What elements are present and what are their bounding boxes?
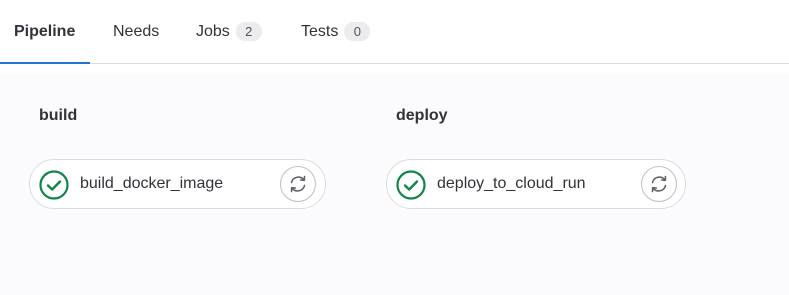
job-deploy-to-cloud-run[interactable]: deploy_to_cloud_run (386, 159, 686, 209)
check-circle-icon (39, 170, 69, 200)
pipeline-graph: build build_docker_image deploy deploy_t… (0, 74, 789, 295)
pipeline-tabs: Pipeline Needs Jobs 2 Tests 0 (0, 0, 789, 64)
job-name: build_docker_image (80, 175, 224, 192)
tab-pipeline[interactable]: Pipeline (0, 0, 91, 64)
retry-button[interactable] (641, 166, 677, 202)
tab-tests-label: Tests (301, 22, 339, 40)
check-circle-icon (396, 170, 426, 200)
retry-icon (651, 175, 667, 193)
tab-jobs-label: Jobs (196, 22, 230, 40)
retry-button[interactable] (280, 166, 316, 202)
tests-count-badge: 0 (344, 22, 371, 41)
tab-needs[interactable]: Needs (113, 0, 159, 63)
retry-icon (290, 175, 306, 193)
stage-title-deploy: deploy (396, 107, 448, 124)
tab-needs-label: Needs (113, 22, 160, 40)
job-name: deploy_to_cloud_run (437, 175, 586, 192)
job-build-docker-image[interactable]: build_docker_image (29, 159, 326, 209)
stage-title-build: build (39, 107, 78, 124)
jobs-count-badge: 2 (235, 22, 262, 41)
tab-pipeline-label: Pipeline (14, 22, 76, 40)
tab-jobs[interactable]: Jobs 2 (196, 0, 262, 63)
tab-tests[interactable]: Tests 0 (301, 0, 371, 63)
